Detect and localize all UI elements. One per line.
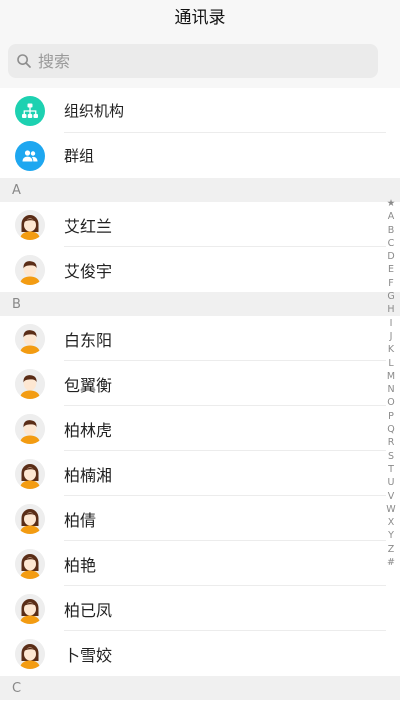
section-header-c: C	[0, 676, 400, 700]
section-letter: C	[12, 680, 22, 696]
index-hash[interactable]: #	[384, 556, 398, 569]
contact-row[interactable]: 柏艳	[0, 541, 400, 586]
function-row-groups[interactable]: 群组	[0, 133, 400, 178]
alphabet-index-bar[interactable]: ★ A B C D E F G H I J K L M N O P Q R S …	[384, 197, 398, 569]
contact-row[interactable]: 白东阳	[0, 316, 400, 361]
index-letter[interactable]: V	[384, 490, 398, 503]
index-letter[interactable]: F	[384, 277, 398, 290]
index-letter[interactable]: E	[384, 263, 398, 276]
index-letter[interactable]: A	[384, 210, 398, 223]
index-letter[interactable]: B	[384, 224, 398, 237]
section-letter: A	[12, 182, 21, 198]
female-avatar-icon	[15, 458, 45, 489]
index-letter[interactable]: T	[384, 463, 398, 476]
contact-name: 柏林虎	[64, 420, 113, 440]
male-avatar-icon	[15, 368, 45, 399]
contact-row[interactable]: 卜雪姣	[0, 631, 400, 676]
contact-row[interactable]: 柏林虎	[0, 406, 400, 451]
index-letter[interactable]: O	[384, 396, 398, 409]
male-avatar-icon	[15, 254, 45, 285]
search-bar	[0, 30, 400, 88]
male-avatar-icon	[15, 323, 45, 354]
contacts-screen: 通讯录 组织机构	[0, 0, 400, 701]
index-letter[interactable]: Y	[384, 529, 398, 542]
index-letter[interactable]: I	[384, 317, 398, 330]
index-letter[interactable]: L	[384, 357, 398, 370]
search-icon	[17, 54, 31, 68]
group-icon	[15, 140, 45, 171]
contact-name: 柏楠湘	[64, 465, 113, 485]
female-avatar-icon	[15, 209, 45, 240]
index-letter[interactable]: C	[384, 237, 398, 250]
female-avatar-icon	[15, 503, 45, 534]
contact-name: 卜雪姣	[64, 645, 113, 665]
section-header-b: B	[0, 292, 400, 316]
search-input[interactable]	[38, 51, 338, 71]
contact-name: 柏已凤	[64, 600, 113, 620]
contact-name: 柏倩	[64, 510, 97, 530]
index-letter[interactable]: U	[384, 476, 398, 489]
contact-name: 包翼衡	[64, 375, 113, 395]
contact-name: 柏艳	[64, 555, 97, 575]
contact-row[interactable]: 柏楠湘	[0, 451, 400, 496]
function-label: 群组	[64, 147, 95, 165]
index-letter[interactable]: W	[384, 503, 398, 516]
index-letter[interactable]: Q	[384, 423, 398, 436]
female-avatar-icon	[15, 638, 45, 669]
contact-row[interactable]: 柏已凤	[0, 586, 400, 631]
function-label: 组织机构	[64, 102, 125, 120]
contact-row[interactable]: 艾俊宇	[0, 247, 400, 292]
index-letter[interactable]: H	[384, 303, 398, 316]
index-letter[interactable]: D	[384, 250, 398, 263]
function-row-organization[interactable]: 组织机构	[0, 88, 400, 133]
contact-row[interactable]: 包翼衡	[0, 361, 400, 406]
contact-name: 艾俊宇	[64, 261, 113, 281]
section-header-a: A	[0, 178, 400, 202]
search-box[interactable]	[8, 44, 378, 78]
index-letter[interactable]: S	[384, 450, 398, 463]
index-letter[interactable]: N	[384, 383, 398, 396]
female-avatar-icon	[15, 593, 45, 624]
female-avatar-icon	[15, 548, 45, 579]
index-letter[interactable]: X	[384, 516, 398, 529]
contact-row[interactable]: 柏倩	[0, 496, 400, 541]
section-letter: B	[12, 296, 21, 312]
page-title: 通讯录	[174, 7, 226, 28]
male-avatar-icon	[15, 413, 45, 444]
index-letter[interactable]: Z	[384, 543, 398, 556]
index-star[interactable]: ★	[384, 197, 398, 210]
index-letter[interactable]: R	[384, 436, 398, 449]
org-chart-icon	[15, 95, 45, 126]
index-letter[interactable]: M	[384, 370, 398, 383]
index-letter[interactable]: K	[384, 343, 398, 356]
index-letter[interactable]: G	[384, 290, 398, 303]
contact-row[interactable]: 艾红兰	[0, 202, 400, 247]
index-letter[interactable]: P	[384, 410, 398, 423]
contact-name: 艾红兰	[64, 216, 113, 236]
contact-name: 白东阳	[64, 330, 113, 350]
index-letter[interactable]: J	[384, 330, 398, 343]
nav-bar: 通讯录	[0, 0, 400, 30]
